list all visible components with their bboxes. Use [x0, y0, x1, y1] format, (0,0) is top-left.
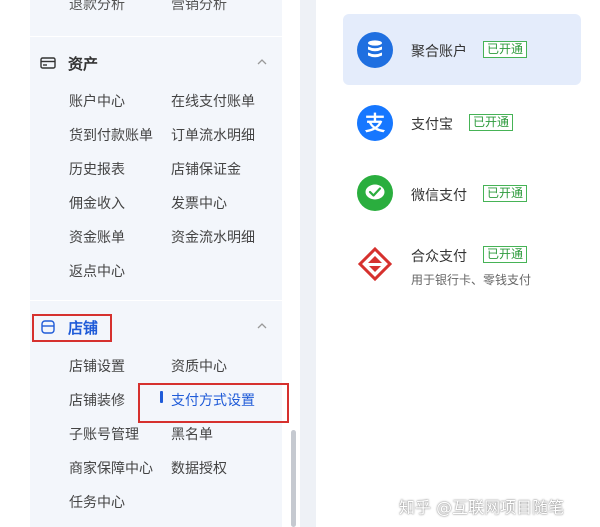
status-badge: 已开通: [483, 185, 528, 202]
payment-name: 聚合账户: [411, 44, 467, 60]
wechat-pay-icon: [357, 175, 393, 211]
highlight-box-store: [32, 314, 112, 342]
menu-item-account-center[interactable]: 账户中心: [69, 91, 125, 111]
sidebar: [0, 0, 300, 527]
sidebar-menu: [30, 0, 282, 527]
menu-item-merchant-guarantee[interactable]: 商家保障中心: [69, 458, 153, 478]
assets-group-title: 资产: [68, 55, 99, 73]
menu-item-commission-income[interactable]: 佣金收入: [69, 193, 125, 213]
alipay-icon: 支: [357, 105, 393, 141]
menu-item-sub-account-management[interactable]: 子账号管理: [69, 424, 139, 444]
menu-item-invoice-center[interactable]: 发票中心: [171, 193, 227, 213]
menu-item-store-deposit[interactable]: 店铺保证金: [171, 159, 241, 179]
payment-name: 合众支付: [411, 249, 467, 265]
status-badge: 已开通: [483, 246, 528, 263]
payment-card-hezhong[interactable]: 合众支付 已开通 用于银行卡、零钱支付: [343, 228, 581, 306]
payment-description: 用于银行卡、零钱支付: [411, 273, 532, 287]
menu-item-cod-bill[interactable]: 货到付款账单: [69, 125, 153, 145]
svg-text:支: 支: [365, 111, 386, 135]
menu-item-blacklist[interactable]: 黑名单: [171, 424, 213, 444]
menu-item-fund-bill[interactable]: 资金账单: [69, 227, 125, 247]
menu-item-qualification-center[interactable]: 资质中心: [171, 356, 227, 376]
assets-group-header[interactable]: 资产: [40, 52, 276, 76]
payment-card-wechat[interactable]: 微信支付 已开通: [343, 160, 581, 224]
chevron-up-icon[interactable]: [256, 320, 268, 332]
payment-card-alipay[interactable]: 支 支付宝 已开通: [343, 91, 581, 155]
sidebar-scrollbar[interactable]: [291, 430, 296, 527]
payment-name: 支付宝: [411, 117, 453, 133]
menu-item-order-flow-detail[interactable]: 订单流水明细: [171, 125, 255, 145]
menu-item-store-decoration[interactable]: 店铺装修: [69, 390, 125, 410]
status-badge: 已开通: [469, 114, 514, 131]
payment-name: 微信支付: [411, 188, 467, 204]
menu-item-rebate-center[interactable]: 返点中心: [69, 261, 125, 281]
hezhong-pay-icon: [357, 246, 393, 282]
group-divider: [30, 300, 282, 301]
chevron-up-icon[interactable]: [256, 56, 268, 68]
highlight-box-payment-settings: [138, 383, 289, 423]
menu-item-task-center[interactable]: 任务中心: [69, 492, 125, 512]
menu-item-fund-flow-detail[interactable]: 资金流水明细: [171, 227, 255, 247]
menu-item-data-authorization[interactable]: 数据授权: [171, 458, 227, 478]
status-badge: 已开通: [483, 41, 528, 58]
menu-item-online-pay-bill[interactable]: 在线支付账单: [171, 91, 255, 111]
wallet-icon: [40, 57, 56, 69]
payment-card-aggregate[interactable]: 聚合账户 已开通: [343, 14, 581, 85]
menu-item-marketing-analysis[interactable]: 营销分析: [171, 0, 227, 14]
menu-item-store-settings[interactable]: 店铺设置: [69, 356, 125, 376]
database-icon: [357, 32, 393, 68]
menu-item-history-report[interactable]: 历史报表: [69, 159, 125, 179]
group-divider: [30, 36, 282, 37]
menu-item-refund-analysis[interactable]: 退款分析: [69, 0, 125, 14]
watermark: 知乎 @互联网项目随笔: [399, 498, 565, 517]
